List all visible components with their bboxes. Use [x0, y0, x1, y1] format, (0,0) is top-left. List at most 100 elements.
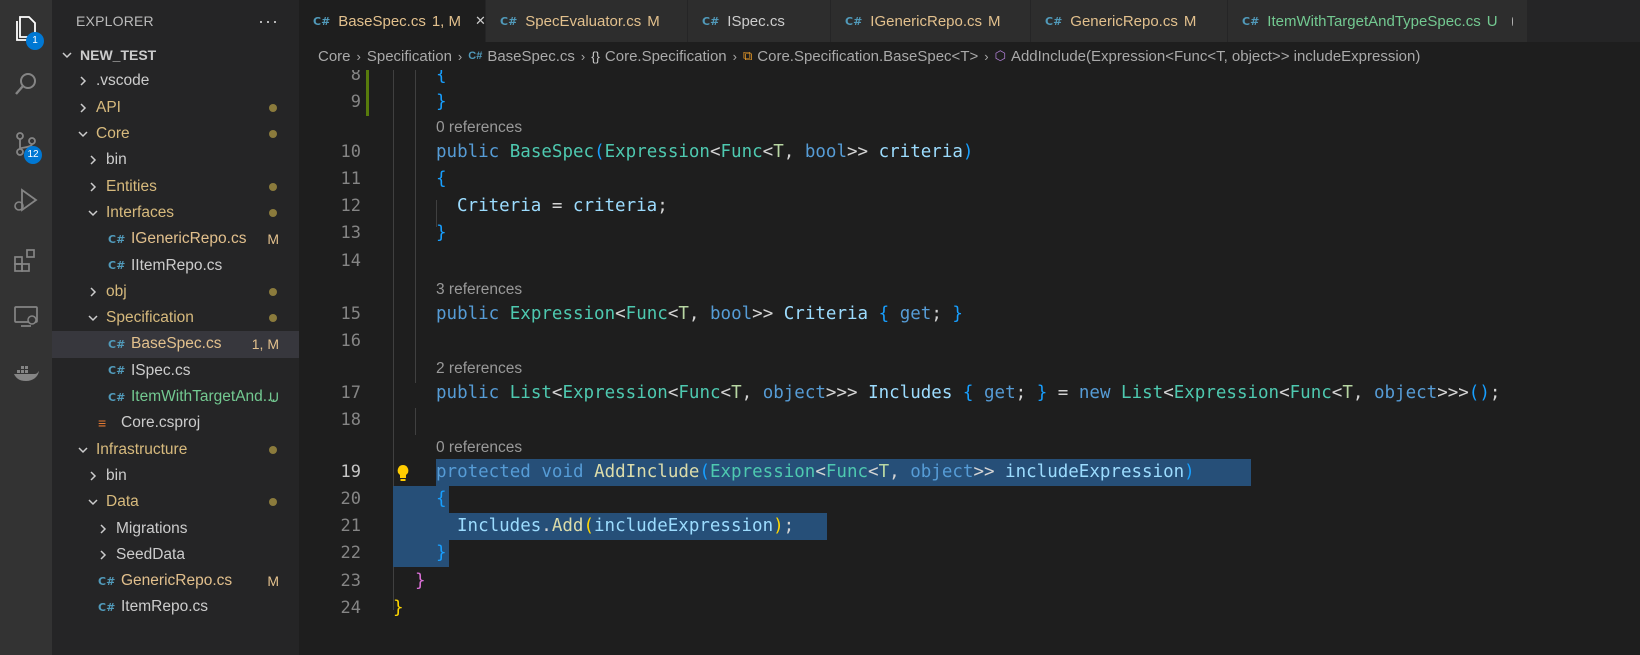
folder-item[interactable]: Core [52, 121, 299, 147]
git-status-badge: M [267, 573, 279, 590]
breadcrumb-item[interactable]: BaseSpec.cs [487, 48, 575, 65]
file-item[interactable]: C# IItemRepo.cs [52, 252, 299, 278]
line-number: 13 [340, 223, 361, 243]
tree-item-label: Core.csproj [121, 414, 201, 432]
workspace-root-label: NEW_TEST [80, 47, 157, 64]
code-line: 18 [299, 407, 1640, 434]
file-item[interactable]: C# ItemWithTargetAnd... U [52, 384, 299, 410]
tree-item-label: bin [106, 466, 127, 484]
tree-item-label: SeedData [116, 545, 185, 563]
tab-label: IGenericRepo.cs [870, 12, 983, 30]
folder-item[interactable]: .vscode [52, 68, 299, 94]
remote-explorer-icon[interactable] [0, 292, 52, 340]
chevron-right-icon [96, 522, 110, 536]
indent-guide [415, 356, 416, 383]
csharp-file-icon: C# [108, 259, 126, 273]
codelens-references[interactable]: 0 references [436, 118, 522, 138]
project-file-icon: ≡ [98, 415, 107, 432]
line-number: 16 [340, 331, 361, 351]
file-item[interactable]: C# ISpec.cs [52, 358, 299, 384]
chevron-right-icon [76, 101, 90, 115]
code-line: 22 } [299, 540, 1640, 567]
line-number: 23 [340, 571, 361, 591]
csharp-file-icon: C# [500, 14, 518, 28]
editor-tab[interactable]: C# ItemWithTargetAndTypeSpec.cs U [1228, 0, 1528, 42]
modified-dot-icon [269, 130, 277, 139]
folder-item[interactable]: Data [52, 489, 299, 515]
editor-tab[interactable]: C# IGenericRepo.cs M [831, 0, 1031, 42]
file-item[interactable]: C# IGenericRepo.cs M [52, 226, 299, 252]
file-item[interactable]: C# ItemRepo.cs [52, 594, 299, 620]
csharp-file-icon: C# [108, 232, 126, 246]
editor-tab[interactable]: C# ISpec.cs [688, 0, 831, 42]
search-icon[interactable] [0, 60, 52, 108]
extensions-icon[interactable] [0, 236, 52, 284]
folder-item[interactable]: Interfaces [52, 200, 299, 226]
editor-tab[interactable]: C# SpecEvaluator.cs M [486, 0, 688, 42]
code-line: 20 { [299, 486, 1640, 513]
folder-item[interactable]: bin [52, 463, 299, 489]
more-actions-icon[interactable]: ··· [258, 11, 279, 32]
close-icon[interactable]: ✕ [475, 13, 486, 29]
code-line: 23 } [299, 568, 1640, 595]
lightbulb-icon[interactable] [393, 459, 413, 486]
tree-item-label: Entities [106, 177, 157, 195]
unsaved-dot-icon[interactable] [1511, 16, 1513, 26]
breadcrumb-item[interactable]: Core.Specification [605, 48, 727, 65]
chevron-right-icon [86, 153, 100, 167]
code-line: 11 { [299, 166, 1640, 193]
tab-label: GenericRepo.cs [1070, 12, 1178, 30]
line-number: 12 [340, 196, 361, 216]
code-line: 19 protected void AddInclude(Expression<… [299, 459, 1640, 486]
workspace-root[interactable]: NEW_TEST [52, 42, 299, 68]
chevron-down-icon [76, 443, 90, 457]
tab-git-status: U [1486, 12, 1498, 30]
modified-dot-icon [269, 182, 277, 191]
modified-dot-icon [269, 287, 277, 296]
code-editor[interactable]: 8 { 9 } 0 references 10 public BaseSpec(… [299, 70, 1640, 655]
chevron-right-icon: › [580, 48, 586, 64]
codelens-references[interactable]: 0 references [436, 438, 522, 458]
editor-tab[interactable]: C# BaseSpec.cs 1, M ✕ [299, 0, 486, 42]
breadcrumb-item[interactable]: AddInclude(Expression<Func<T, object>> i… [1011, 48, 1420, 65]
file-item[interactable]: C# BaseSpec.cs 1, M [52, 331, 299, 358]
code-line: 9 } [299, 89, 1640, 116]
folder-item[interactable]: Migrations [52, 515, 299, 541]
chevron-right-icon [76, 74, 90, 88]
folder-item[interactable]: SeedData [52, 542, 299, 568]
chevron-right-icon: › [732, 48, 737, 64]
explorer-sidebar: EXPLORER ··· NEW_TEST .vscode API Core bin E… [52, 0, 299, 655]
tab-label: ItemWithTargetAndTypeSpec.cs [1267, 12, 1481, 30]
csharp-file-icon: C# [108, 337, 126, 351]
tab-git-status: M [1183, 12, 1197, 30]
folder-item[interactable]: obj [52, 279, 299, 305]
csharp-file-icon: C# [313, 14, 331, 28]
code-line: 15 public Expression<Func<T, bool>> Crit… [299, 301, 1640, 328]
code-line: 24 } [299, 595, 1640, 622]
breadcrumb-item[interactable]: Specification [367, 48, 452, 65]
tree-item-label: obj [106, 282, 127, 300]
file-item[interactable]: C# GenericRepo.cs M [52, 568, 299, 594]
chevron-down-icon [76, 127, 90, 141]
folder-item[interactable]: API [52, 95, 299, 121]
codelens-references[interactable]: 2 references [436, 359, 522, 379]
modified-dot-icon [269, 314, 277, 323]
folder-item[interactable]: Specification [52, 305, 299, 331]
line-number: 10 [340, 142, 361, 162]
folder-item[interactable]: bin [52, 147, 299, 173]
tree-item-label: IGenericRepo.cs [131, 230, 247, 248]
chevron-right-icon [96, 548, 110, 562]
run-debug-icon[interactable] [0, 176, 52, 224]
source-control-icon[interactable]: 12 [0, 120, 52, 168]
line-number: 22 [340, 543, 361, 563]
tab-git-status: M [988, 12, 1001, 30]
explorer-icon[interactable]: 1 [0, 4, 52, 52]
folder-item[interactable]: Entities [52, 174, 299, 200]
breadcrumb-item[interactable]: Core [318, 48, 351, 65]
breadcrumb-item[interactable]: Core.Specification.BaseSpec<T> [757, 48, 978, 65]
folder-item[interactable]: Infrastructure [52, 437, 299, 463]
docker-icon[interactable] [0, 350, 52, 398]
codelens-references[interactable]: 3 references [436, 280, 522, 300]
file-item[interactable]: ≡ Core.csproj [52, 410, 299, 436]
editor-tab[interactable]: C# GenericRepo.cs M [1031, 0, 1228, 42]
